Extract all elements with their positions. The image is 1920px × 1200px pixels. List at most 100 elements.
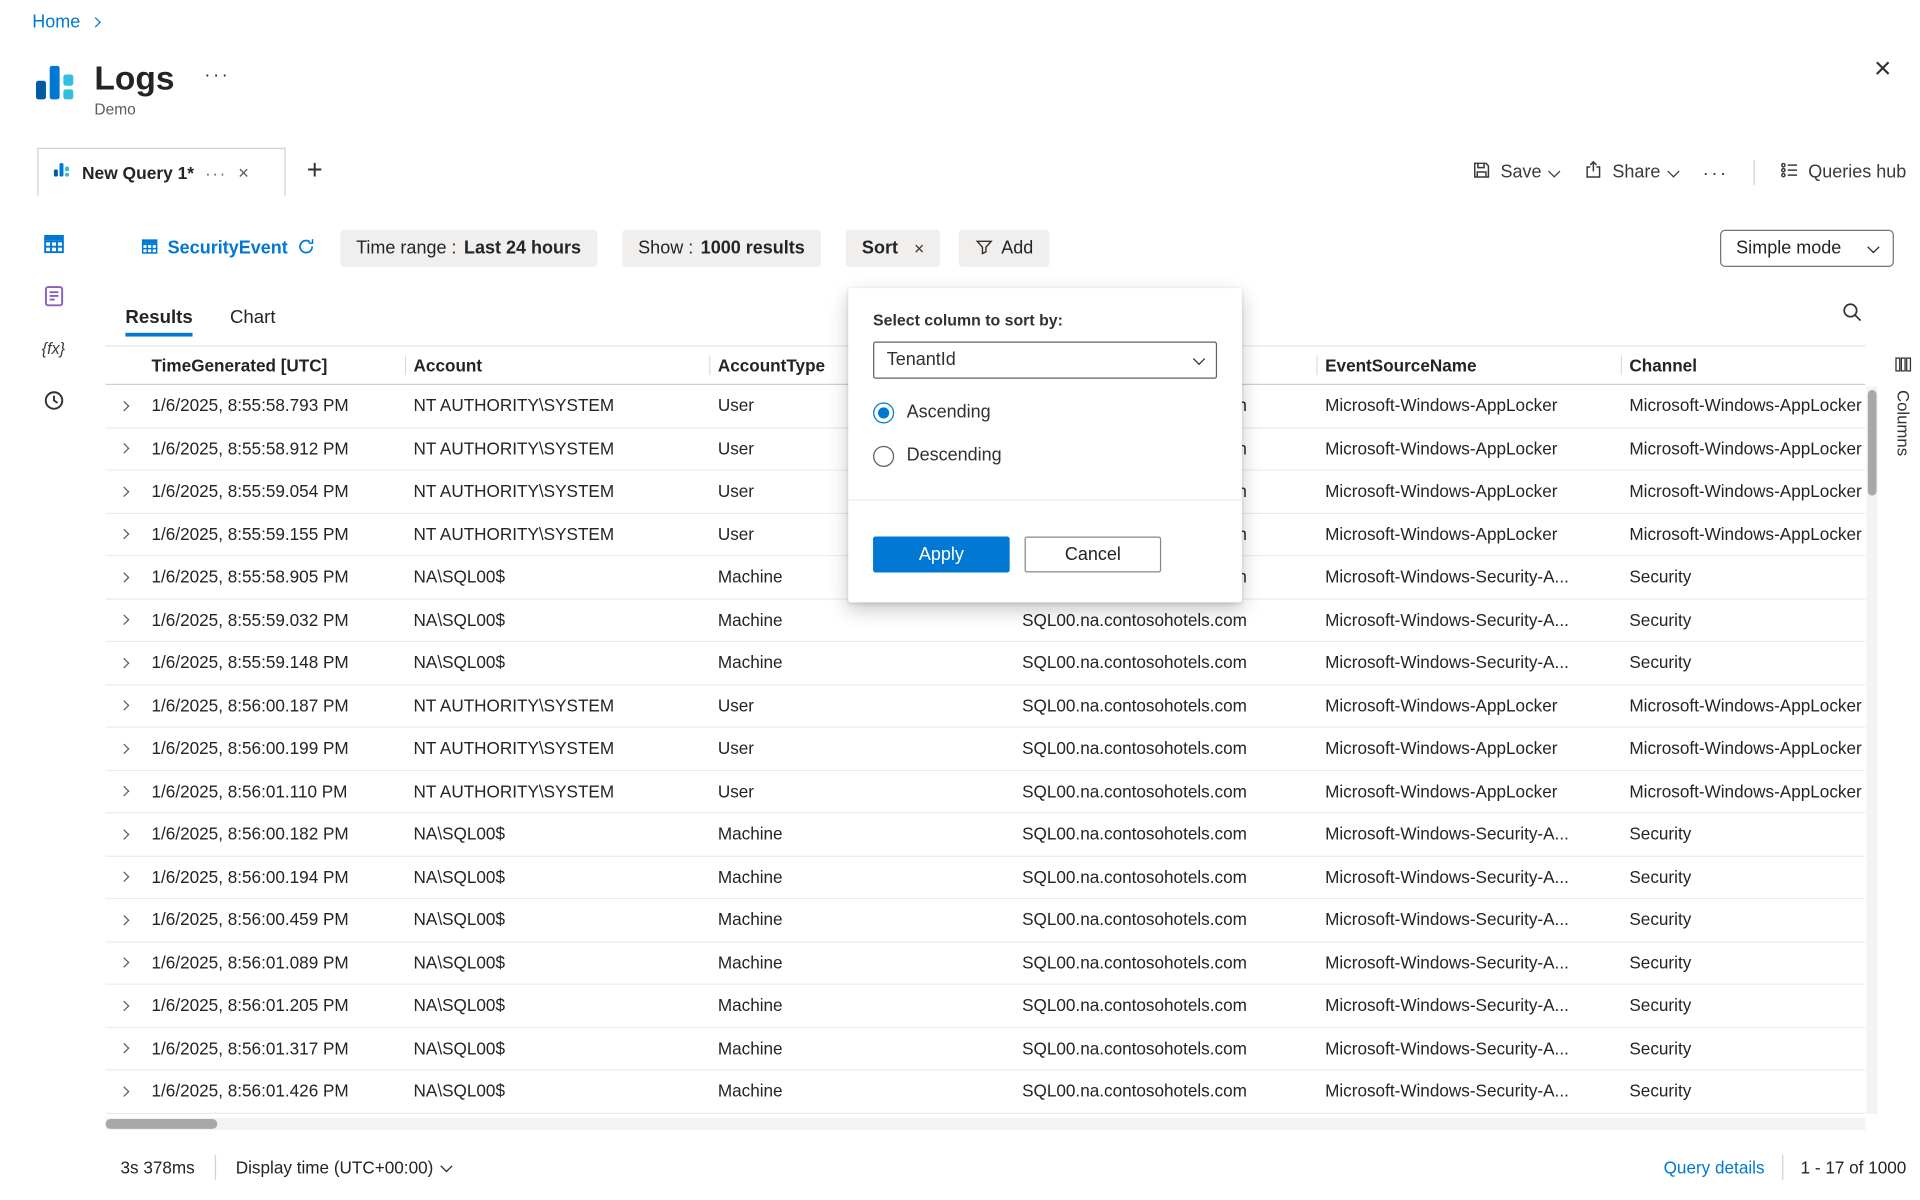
- table-row[interactable]: 1/6/2025, 8:56:00.194 PM NA\SQL00$ Machi…: [106, 856, 1866, 899]
- row-expand-icon[interactable]: [119, 1043, 130, 1054]
- query-tab-more-button[interactable]: ···: [205, 163, 227, 182]
- table-row[interactable]: 1/6/2025, 8:56:00.199 PM NT AUTHORITY\SY…: [106, 728, 1866, 771]
- cell-accounttype: Machine: [709, 599, 1013, 641]
- horizontal-scrollbar-thumb[interactable]: [106, 1119, 218, 1129]
- queries-pane-button[interactable]: [35, 278, 72, 313]
- row-expand-icon[interactable]: [119, 615, 130, 626]
- row-expand-icon[interactable]: [119, 829, 130, 840]
- table-row[interactable]: 1/6/2025, 8:56:01.317 PM NA\SQL00$ Machi…: [106, 1028, 1866, 1071]
- row-expand-icon[interactable]: [119, 1000, 130, 1011]
- row-expand-icon[interactable]: [119, 401, 130, 412]
- page-more-button[interactable]: ···: [204, 65, 230, 86]
- tables-pane-button[interactable]: [35, 226, 72, 261]
- refresh-icon[interactable]: [296, 237, 315, 261]
- queries-hub-button[interactable]: Queries hub: [1780, 160, 1907, 185]
- share-button[interactable]: Share: [1584, 160, 1678, 185]
- add-filter-pill[interactable]: Add: [959, 230, 1049, 267]
- tab-results[interactable]: Results: [125, 299, 192, 334]
- query-tab[interactable]: New Query 1* ··· ×: [37, 148, 285, 196]
- display-time-chevron-down-icon: [440, 1159, 452, 1171]
- toolbar-more-button[interactable]: ···: [1703, 162, 1729, 183]
- cell-computer: SQL00.na.contosohotels.com: [1013, 599, 1316, 641]
- row-expand-icon[interactable]: [119, 872, 130, 883]
- horizontal-scrollbar[interactable]: [106, 1118, 1866, 1130]
- ascending-radio[interactable]: [873, 402, 894, 423]
- cell-eventsourcename: Microsoft-Windows-Security-A...: [1316, 899, 1620, 941]
- column-header-timegenerated[interactable]: TimeGenerated [UTC]: [143, 346, 405, 383]
- mode-dropdown[interactable]: Simple mode: [1720, 230, 1894, 267]
- cell-timegenerated: 1/6/2025, 8:55:59.054 PM: [143, 471, 405, 513]
- row-expand-icon[interactable]: [119, 700, 130, 711]
- columns-panel-button[interactable]: Columns: [1888, 355, 1919, 456]
- row-expand-icon[interactable]: [119, 958, 130, 969]
- cell-eventsourcename: Microsoft-Windows-Security-A...: [1316, 856, 1620, 898]
- cell-accounttype: User: [709, 771, 1013, 813]
- query-details-link[interactable]: Query details: [1664, 1158, 1765, 1177]
- table-row[interactable]: 1/6/2025, 8:56:00.187 PM NT AUTHORITY\SY…: [106, 685, 1866, 728]
- cell-channel: Security: [1621, 813, 1866, 855]
- save-button[interactable]: Save: [1472, 160, 1559, 185]
- cell-timegenerated: 1/6/2025, 8:56:00.199 PM: [143, 728, 405, 770]
- cell-timegenerated: 1/6/2025, 8:55:58.905 PM: [143, 556, 405, 598]
- columns-icon: [1894, 355, 1913, 380]
- table-source-button[interactable]: SecurityEvent: [140, 237, 315, 261]
- table-row[interactable]: 1/6/2025, 8:56:01.110 PM NT AUTHORITY\SY…: [106, 771, 1866, 814]
- table-row[interactable]: 1/6/2025, 8:56:01.205 PM NA\SQL00$ Machi…: [106, 985, 1866, 1028]
- row-expand-icon[interactable]: [119, 443, 130, 454]
- functions-pane-button[interactable]: {fx}: [35, 330, 72, 365]
- cell-timegenerated: 1/6/2025, 8:55:59.155 PM: [143, 514, 405, 556]
- close-icon[interactable]: ×: [1874, 55, 1891, 85]
- row-expand-icon[interactable]: [119, 658, 130, 669]
- cell-computer: SQL00.na.contosohotels.com: [1013, 685, 1316, 727]
- tab-chart[interactable]: Chart: [230, 299, 276, 334]
- sort-remove-icon[interactable]: ×: [914, 238, 924, 258]
- query-tab-close-icon[interactable]: ×: [238, 162, 249, 183]
- ascending-option[interactable]: Ascending: [873, 400, 1217, 425]
- cell-timegenerated: 1/6/2025, 8:56:01.205 PM: [143, 985, 405, 1027]
- time-range-pill[interactable]: Time range : Last 24 hours: [340, 230, 597, 267]
- row-expand-icon[interactable]: [119, 915, 130, 926]
- table-row[interactable]: 1/6/2025, 8:55:59.148 PM NA\SQL00$ Machi…: [106, 642, 1866, 685]
- descending-option[interactable]: Descending: [873, 443, 1217, 468]
- apply-button[interactable]: Apply: [873, 537, 1010, 573]
- row-expand-icon[interactable]: [119, 486, 130, 497]
- cell-eventsourcename: Microsoft-Windows-AppLocker: [1316, 685, 1620, 727]
- search-icon[interactable]: [1842, 302, 1863, 329]
- show-results-pill[interactable]: Show : 1000 results: [622, 230, 821, 267]
- sort-popup-title: Select column to sort by:: [873, 310, 1217, 329]
- new-tab-button[interactable]: +: [307, 154, 323, 186]
- row-expand-icon[interactable]: [119, 743, 130, 754]
- query-history-button[interactable]: [35, 383, 72, 418]
- status-bar-right: Query details 1 - 17 of 1000: [1664, 1155, 1907, 1180]
- column-header-eventsourcename[interactable]: EventSourceName: [1316, 346, 1620, 383]
- sort-pill[interactable]: Sort ×: [846, 230, 941, 267]
- table-row[interactable]: 1/6/2025, 8:55:59.032 PM NA\SQL00$ Machi…: [106, 599, 1866, 642]
- cancel-button[interactable]: Cancel: [1025, 537, 1162, 573]
- status-bar-left: 3s 378ms Display time (UTC+00:00): [120, 1155, 450, 1180]
- row-expand-icon[interactable]: [119, 1086, 130, 1097]
- sort-column-chevron-down-icon: [1193, 352, 1205, 364]
- table-row[interactable]: 1/6/2025, 8:56:00.182 PM NA\SQL00$ Machi…: [106, 813, 1866, 856]
- table-row[interactable]: 1/6/2025, 8:56:01.426 PM NA\SQL00$ Machi…: [106, 1071, 1866, 1114]
- vertical-scrollbar-thumb[interactable]: [1868, 390, 1877, 496]
- page-subtitle: Demo: [94, 101, 230, 118]
- cell-timegenerated: 1/6/2025, 8:56:00.194 PM: [143, 856, 405, 898]
- descending-radio[interactable]: [873, 445, 894, 466]
- cell-account: NT AUTHORITY\SYSTEM: [405, 728, 709, 770]
- table-row[interactable]: 1/6/2025, 8:56:00.459 PM NA\SQL00$ Machi…: [106, 899, 1866, 942]
- sort-column-dropdown[interactable]: TenantId: [873, 342, 1217, 379]
- add-label: Add: [1001, 238, 1033, 258]
- cell-channel: Microsoft-Windows-AppLocker: [1621, 428, 1866, 470]
- column-header-account[interactable]: Account: [405, 346, 709, 383]
- cell-eventsourcename: Microsoft-Windows-Security-A...: [1316, 642, 1620, 684]
- cell-timegenerated: 1/6/2025, 8:55:59.148 PM: [143, 642, 405, 684]
- breadcrumb-home-link[interactable]: Home: [32, 12, 80, 32]
- row-expand-icon[interactable]: [119, 529, 130, 540]
- row-expand-icon[interactable]: [119, 572, 130, 583]
- column-header-channel[interactable]: Channel: [1621, 346, 1866, 383]
- cell-account: NA\SQL00$: [405, 556, 709, 598]
- left-icon-rail: {fx}: [35, 226, 72, 417]
- display-time-dropdown[interactable]: Display time (UTC+00:00): [236, 1158, 451, 1177]
- table-row[interactable]: 1/6/2025, 8:56:01.089 PM NA\SQL00$ Machi…: [106, 942, 1866, 985]
- row-expand-icon[interactable]: [119, 786, 130, 797]
